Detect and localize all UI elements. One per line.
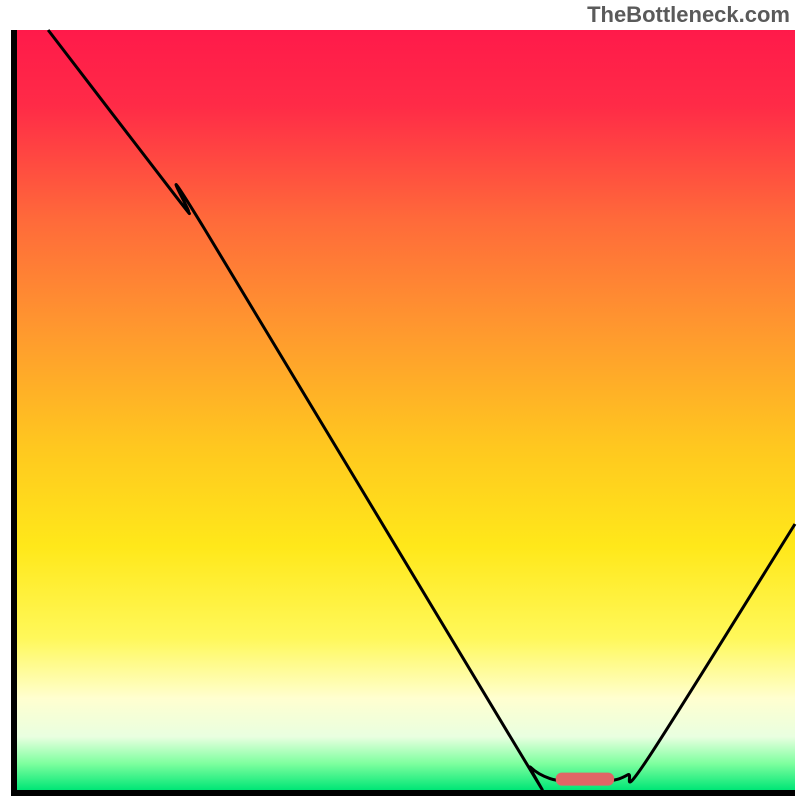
- bottleneck-chart: TheBottleneck.com: [0, 0, 800, 800]
- plot-background: [17, 30, 795, 790]
- axis-bottom: [11, 790, 795, 796]
- axis-left: [11, 30, 17, 796]
- chart-svg: [0, 0, 800, 800]
- optimal-marker: [556, 773, 614, 786]
- watermark-label: TheBottleneck.com: [587, 2, 790, 28]
